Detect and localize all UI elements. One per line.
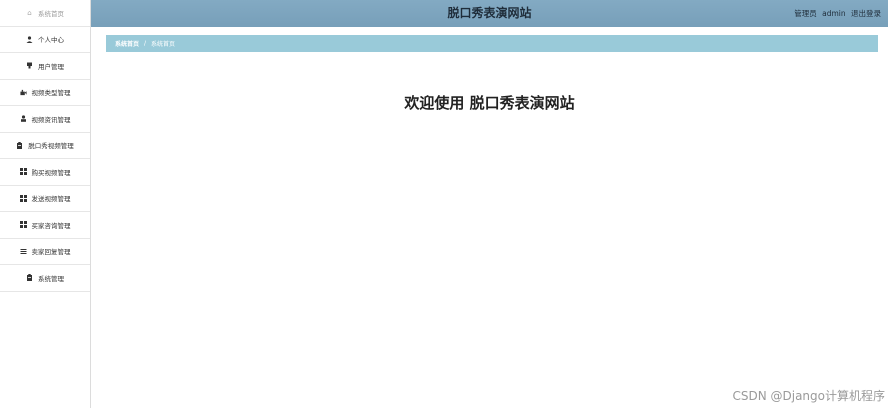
video-type-icon (19, 89, 27, 96)
sidebar-item-label: 购买视频管理 (31, 168, 71, 177)
sidebar-item-home[interactable]: ⌂ 系统首页 (0, 0, 90, 27)
top-header: 脱口秀表演网站 管理员 admin 退出登录 (91, 0, 888, 27)
watermark: CSDN @Django计算机程序 (732, 389, 885, 403)
user-manage-icon (26, 62, 33, 69)
sidebar: ⌂ 系统首页 个人中心 用户管理 视频类型管理 视频资讯管理 脱口秀视频管理 购… (0, 0, 91, 408)
logout-link[interactable]: 退出登录 (851, 9, 881, 18)
user-area: 管理员 admin 退出登录 (791, 0, 881, 27)
user-role: 管理员 (794, 9, 817, 18)
sidebar-item-label: 系统首页 (38, 9, 64, 18)
sidebar-item-video-news[interactable]: 视频资讯管理 (0, 106, 90, 133)
list-icon (20, 248, 27, 255)
sidebar-item-standup-video[interactable]: 脱口秀视频管理 (0, 133, 90, 159)
username: admin (822, 9, 846, 18)
sidebar-item-label: 脱口秀视频管理 (28, 142, 74, 151)
sidebar-item-system[interactable]: 系统管理 (0, 265, 90, 292)
sidebar-item-label: 买家咨询管理 (31, 221, 71, 230)
breadcrumb-home[interactable]: 系统首页 (115, 39, 139, 48)
grid-icon (19, 194, 27, 202)
sidebar-item-label: 发送视频管理 (31, 195, 71, 204)
grid-icon (19, 221, 27, 229)
breadcrumb: 系统首页 / 系统首页 (106, 35, 878, 52)
sidebar-item-users[interactable]: 用户管理 (0, 53, 90, 80)
breadcrumb-separator: / (144, 40, 147, 47)
sidebar-item-video-type[interactable]: 视频类型管理 (0, 80, 90, 106)
sidebar-item-label: 视频类型管理 (31, 89, 71, 98)
sidebar-item-profile[interactable]: 个人中心 (0, 27, 90, 53)
welcome-title: 欢迎使用 脱口秀表演网站 (404, 94, 575, 112)
person-icon (20, 115, 27, 123)
sidebar-item-label: 视频资讯管理 (31, 115, 71, 124)
sidebar-item-buyer-consult[interactable]: 买家咨询管理 (0, 212, 90, 239)
home-icon: ⌂ (27, 8, 32, 17)
sidebar-item-label: 用户管理 (38, 62, 64, 71)
user-icon (26, 36, 33, 43)
sidebar-item-label: 卖家回复管理 (31, 248, 71, 257)
site-title: 脱口秀表演网站 (447, 6, 532, 20)
sidebar-item-label: 个人中心 (38, 36, 64, 45)
sidebar-item-send-video[interactable]: 发送视频管理 (0, 186, 90, 212)
sidebar-item-purchase-video[interactable]: 购买视频管理 (0, 159, 90, 186)
breadcrumb-current: 系统首页 (151, 41, 176, 48)
grid-icon (19, 168, 27, 176)
sidebar-item-label: 系统管理 (38, 274, 64, 283)
clipboard-icon (26, 274, 33, 282)
clipboard-icon (16, 141, 23, 149)
sidebar-item-seller-reply[interactable]: 卖家回复管理 (0, 239, 90, 265)
